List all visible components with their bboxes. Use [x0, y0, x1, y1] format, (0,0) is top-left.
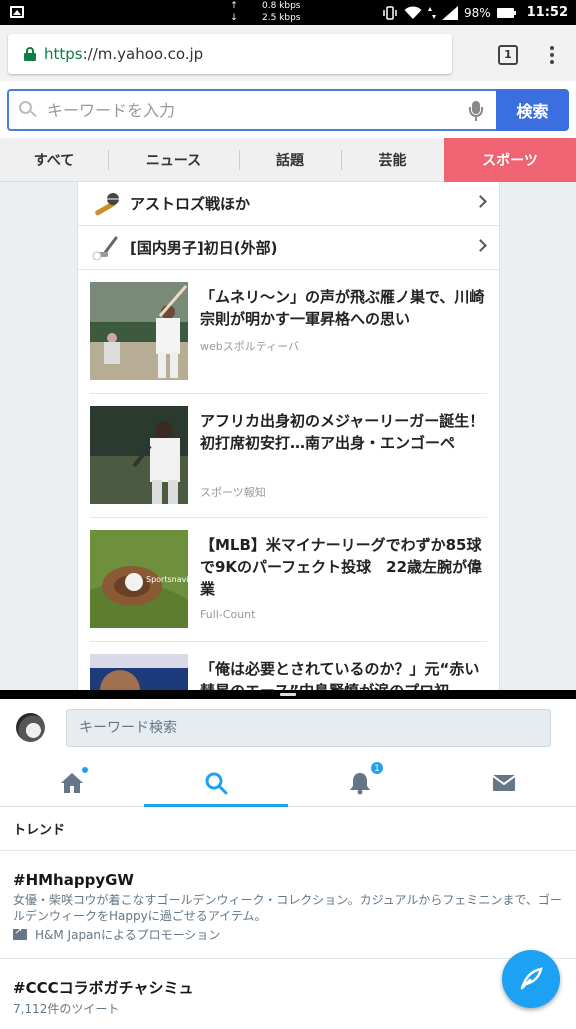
- promoted-by-text: H&M Japanによるプロモーション: [35, 928, 221, 942]
- url-text[interactable]: https://m.yahoo.co.jp: [44, 45, 203, 63]
- bell-icon: [350, 773, 370, 795]
- tab-topics[interactable]: 話題: [239, 138, 341, 182]
- tab-search[interactable]: [144, 759, 288, 807]
- drag-handle-icon[interactable]: [280, 693, 296, 696]
- news-column: アストロズ戦ほか [国内男子]初日(外部) 「ムネリ〜ン」の声が飛ぶ雁ノ巣で、川…: [77, 182, 500, 690]
- sports-link-row[interactable]: [国内男子]初日(外部): [78, 226, 499, 270]
- tab-notifications[interactable]: 1: [288, 759, 432, 807]
- promoted-icon: [13, 926, 27, 940]
- up-down-arrows-icon: ↑ ↓: [230, 1, 238, 23]
- news-source: webスポルティーバ: [200, 340, 299, 353]
- twitter-nav-tabs: 1: [0, 759, 576, 807]
- notification-badge: 1: [370, 761, 384, 775]
- news-title: 「ムネリ〜ン」の声が飛ぶ雁ノ巣で、川崎宗則が明かす一軍昇格への思い: [200, 288, 485, 328]
- wifi-icon: [404, 5, 422, 19]
- browser-toolbar: https://m.yahoo.co.jp: [0, 25, 576, 81]
- tweet-count: 7,112件のツイート: [13, 1002, 120, 1016]
- news-source: スポーツ報知: [200, 486, 266, 499]
- compose-tweet-button[interactable]: [502, 950, 560, 1008]
- link-label: アストロズ戦ほか: [130, 195, 251, 213]
- search-icon: [19, 101, 37, 119]
- twitter-trends: トレンド #HMhappyGW 女優・柴咲コウが着こなすゴールデンウィーク・コレ…: [0, 807, 576, 1024]
- category-tabs: すべて ニュース 話題 芸能 スポーツ: [0, 138, 576, 182]
- news-source: Full-Count: [200, 608, 256, 621]
- twitter-search-input[interactable]: [79, 720, 539, 736]
- thumbnail-watermark: Sportsnavi: [146, 575, 188, 584]
- data-transfer-icon: [427, 6, 436, 19]
- news-thumbnail: Sportsnavi: [90, 530, 188, 628]
- sports-link-row[interactable]: アストロズ戦ほか: [78, 182, 499, 226]
- vibrate-icon: [383, 5, 397, 20]
- compose-icon: [520, 967, 543, 990]
- chevron-right-icon: [474, 239, 487, 252]
- trend-item[interactable]: #CCCコラボガチャシミュ 7,112件のツイート: [0, 959, 576, 1029]
- yahoo-search-button[interactable]: 検索: [496, 89, 569, 131]
- address-bar[interactable]: https://m.yahoo.co.jp: [8, 34, 452, 74]
- twitter-header: 1: [0, 699, 576, 807]
- battery-percent: 98%: [463, 5, 491, 20]
- signal-icon: [441, 5, 458, 20]
- tab-news[interactable]: ニュース: [108, 138, 239, 182]
- golf-icon: [92, 236, 122, 260]
- news-thumbnail: [90, 406, 188, 504]
- trends-header: トレンド: [0, 807, 576, 851]
- link-label: [国内男子]初日(外部): [130, 239, 278, 257]
- trend-hashtag: #CCCコラボガチャシミュ: [13, 979, 194, 997]
- lock-icon: [24, 47, 36, 61]
- url-host: ://m.yahoo.co.jp: [82, 45, 204, 63]
- news-title: 「俺は必要とされているのか？」元“赤い彗星のエース”中島賢慎が涙のプロ初: [200, 660, 480, 690]
- news-title: アフリカ出身初のメジャーリーガー誕生！ 初打席初安打…南ア出身・エンゴーペ: [200, 412, 500, 452]
- promotion-line: H&M Japanによるプロモーション: [13, 926, 563, 943]
- news-title: 【MLB】米マイナーリーグでわずか85球で9Kのパーフェクト投球 22歳左腕が偉…: [200, 536, 483, 598]
- overflow-menu-icon[interactable]: [548, 44, 556, 66]
- trend-description: 女優・柴咲コウが着こなすゴールデンウィーク・コレクション。カジュアルからフェミニ…: [13, 893, 562, 923]
- news-thumbnail: [90, 654, 188, 690]
- battery-icon: [496, 7, 516, 18]
- search-icon: [205, 772, 228, 795]
- tab-home[interactable]: [0, 759, 144, 807]
- avatar[interactable]: [16, 713, 45, 742]
- tab-switcher-button[interactable]: 1: [498, 45, 518, 65]
- yahoo-search-input[interactable]: [47, 100, 427, 120]
- twitter-search-box[interactable]: [66, 709, 551, 747]
- microphone-icon[interactable]: [469, 101, 483, 121]
- download-speed: 2.5 kbps: [262, 13, 301, 23]
- news-item[interactable]: Sportsnavi 【MLB】米マイナーリーグでわずか85球で9Kのパーフェク…: [90, 518, 487, 642]
- tab-sports[interactable]: スポーツ: [444, 138, 576, 182]
- news-item[interactable]: 「ムネリ〜ン」の声が飛ぶ雁ノ巣で、川崎宗則が明かす一軍昇格への思い webスポル…: [90, 270, 487, 394]
- clock: 11:52: [526, 5, 568, 20]
- yahoo-search-box[interactable]: [7, 89, 497, 131]
- split-screen-divider[interactable]: [0, 690, 576, 699]
- status-bar: ↑ ↓ 0.8 kbps 2.5 kbps 98% 11:52: [0, 0, 576, 25]
- baseball-icon: [92, 192, 122, 216]
- home-icon: [61, 773, 83, 793]
- url-scheme: https: [44, 45, 83, 63]
- news-thumbnail: [90, 282, 188, 380]
- trend-item[interactable]: #HMhappyGW 女優・柴咲コウが着こなすゴールデンウィーク・コレクション。…: [0, 851, 576, 959]
- yahoo-search-bar: 検索: [0, 81, 576, 138]
- new-content-dot: [82, 767, 88, 773]
- chevron-right-icon: [474, 195, 487, 208]
- mail-icon: [492, 775, 516, 791]
- tab-all[interactable]: すべて: [0, 138, 108, 182]
- news-item[interactable]: アフリカ出身初のメジャーリーガー誕生！ 初打席初安打…南ア出身・エンゴーペ スポ…: [90, 394, 500, 518]
- news-area: アストロズ戦ほか [国内男子]初日(外部) 「ムネリ〜ン」の声が飛ぶ雁ノ巣で、川…: [0, 182, 576, 690]
- tab-messages[interactable]: [432, 759, 576, 807]
- upload-speed: 0.8 kbps: [262, 1, 301, 11]
- tab-entertainment[interactable]: 芸能: [341, 138, 444, 182]
- news-item[interactable]: 「俺は必要とされているのか？」元“赤い彗星のエース”中島賢慎が涙のプロ初: [90, 642, 487, 690]
- trend-hashtag: #HMhappyGW: [13, 871, 134, 889]
- gallery-notification-icon: [10, 6, 24, 18]
